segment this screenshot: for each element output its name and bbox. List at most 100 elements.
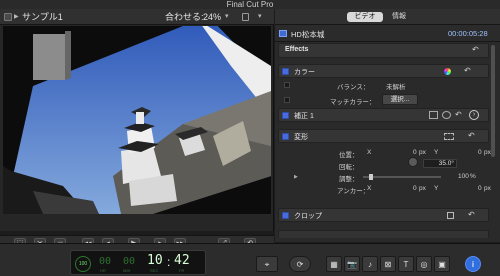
- reset-icon[interactable]: ↶: [468, 210, 475, 219]
- crop-section[interactable]: クロップ ↶: [278, 208, 489, 222]
- clip-name: サンプル1: [22, 12, 63, 22]
- titles-button[interactable]: T: [398, 256, 414, 272]
- clip-title: HD松本城: [291, 30, 325, 39]
- rotation-value-field[interactable]: 35.0°: [423, 159, 457, 168]
- mask-icon[interactable]: [429, 111, 438, 119]
- anchor-y-unit: px: [484, 185, 491, 192]
- reset-icon[interactable]: ↶: [464, 66, 471, 75]
- video-canvas: [3, 26, 271, 214]
- color-board-icon[interactable]: [443, 67, 452, 76]
- switch-icon[interactable]: [242, 13, 249, 21]
- position-x-value[interactable]: 0: [413, 149, 417, 156]
- scale-value[interactable]: 100: [458, 173, 469, 180]
- tab-video[interactable]: ビデオ: [347, 12, 383, 22]
- crop-title: クロップ: [294, 213, 322, 220]
- background-tasks-percent[interactable]: 100: [75, 256, 91, 272]
- media-browser-button[interactable]: ▦: [326, 256, 342, 272]
- crop-onscreen-icon[interactable]: [447, 212, 454, 219]
- photos-button[interactable]: 📷: [344, 256, 360, 272]
- transform-onscreen-icon[interactable]: [444, 133, 454, 140]
- correction-enable-checkbox[interactable]: [282, 112, 289, 119]
- effects-browser-button[interactable]: ⊠: [380, 256, 396, 272]
- clip-info-row: HD松本城 00:00:05:28: [275, 25, 500, 42]
- clip-duration: 00:00:05:28: [448, 29, 488, 38]
- position-y-value[interactable]: 0: [478, 149, 482, 156]
- viewer-panel: ▶ サンプル1 合わせる: 24% ▾ ▾: [0, 9, 274, 251]
- rotation-value: 35.0: [438, 160, 452, 167]
- anchor-label: アンカー：: [337, 188, 370, 195]
- tc-label-sec: SEC: [150, 268, 159, 273]
- castle-frame-image: [3, 26, 271, 214]
- color-section[interactable]: カラー ↶: [278, 64, 489, 78]
- themes-button[interactable]: ▣: [434, 256, 450, 272]
- rotation-label: 回転：: [339, 164, 359, 171]
- balance-label: バランス：: [337, 84, 370, 91]
- position-y-unit: px: [484, 149, 491, 156]
- anchor-x-unit: px: [419, 185, 426, 192]
- viewer-header: ▶ サンプル1 合わせる: 24% ▾ ▾: [0, 9, 274, 25]
- inspector-header: ビデオ 情報: [275, 9, 500, 25]
- anchor-y-label: Y: [434, 185, 439, 192]
- effects-title: Effects: [285, 46, 309, 53]
- clip-icon: [279, 30, 287, 37]
- shape-mask-icon[interactable]: [442, 111, 451, 119]
- scale-unit: %: [470, 173, 476, 180]
- music-button[interactable]: ♪: [362, 256, 378, 272]
- reset-icon[interactable]: ↶: [455, 110, 462, 119]
- inspector-scrollbar[interactable]: [491, 45, 495, 157]
- match-color-checkbox[interactable]: [284, 97, 290, 103]
- match-color-label: マッチカラー：: [330, 99, 376, 106]
- scale-slider-track[interactable]: [363, 176, 441, 178]
- timecode-minutes: 00: [123, 256, 136, 267]
- generators-button[interactable]: ◎: [416, 256, 432, 272]
- match-color-select-button[interactable]: 選択...: [382, 94, 418, 105]
- scale-slider-handle[interactable]: [369, 174, 373, 180]
- library-toggle-icon[interactable]: [4, 13, 12, 21]
- position-label: 位置：: [339, 152, 359, 159]
- timecode-seconds: 10: [147, 253, 163, 268]
- balance-checkbox[interactable]: [284, 82, 290, 88]
- main-toolbar: 100 00 00 10 : 42 HR MIN SEC FR ⌖ ⟳ ▦ 📷 …: [0, 243, 500, 276]
- anchor-x-value[interactable]: 0: [413, 185, 417, 192]
- anchor-x-label: X: [367, 185, 372, 192]
- tab-info[interactable]: 情報: [387, 12, 411, 22]
- disclosure-arrow-icon[interactable]: ▶: [14, 14, 19, 20]
- inspector-info-button[interactable]: i: [465, 256, 481, 272]
- reset-icon[interactable]: ↶: [472, 45, 479, 54]
- balance-value: 未解析: [386, 84, 406, 91]
- tc-label-fr: FR: [179, 268, 185, 273]
- scale-disclosure-icon[interactable]: ▶: [294, 174, 298, 180]
- color-enable-checkbox[interactable]: [282, 68, 289, 75]
- crop-enable-checkbox[interactable]: [282, 212, 289, 219]
- correction-section[interactable]: 補正 1 ↶ ›: [278, 108, 489, 122]
- retime-button[interactable]: ⟳: [289, 256, 311, 272]
- timecode-hours: 00: [99, 256, 112, 267]
- color-title: カラー: [294, 69, 315, 76]
- go-icon[interactable]: ›: [469, 110, 479, 120]
- transform-enable-checkbox[interactable]: [282, 133, 289, 140]
- scale-label: 調整：: [339, 176, 359, 183]
- app-title: Final Cut Pro: [226, 0, 274, 9]
- distort-section-partial: [278, 230, 489, 238]
- tc-label-min: MIN: [123, 268, 131, 273]
- tc-label-hr: HR: [100, 268, 106, 273]
- dashboard-timecode[interactable]: 100 00 00 10 : 42 HR MIN SEC FR: [70, 250, 206, 275]
- app-title-bar: Final Cut Pro: [0, 0, 500, 9]
- correction-title: 補正 1: [294, 113, 314, 120]
- fit-label: 合わせる:: [165, 12, 204, 22]
- anchor-y-value[interactable]: 0: [478, 185, 482, 192]
- position-x-label: X: [367, 149, 372, 156]
- transform-section[interactable]: 変形 ↶: [278, 129, 489, 143]
- effects-section[interactable]: Effects ↶: [278, 43, 489, 58]
- rotation-dial[interactable]: [408, 157, 418, 167]
- view-options-icon[interactable]: ▾: [258, 12, 262, 20]
- zoom-value[interactable]: 24%: [203, 9, 221, 25]
- transform-title: 変形: [294, 134, 308, 141]
- tool-select-button[interactable]: ⌖: [256, 256, 278, 272]
- reset-icon[interactable]: ↶: [468, 131, 475, 140]
- rotation-unit: °: [451, 160, 454, 167]
- position-y-label: Y: [434, 149, 439, 156]
- inspector-panel: ビデオ 情報 HD松本城 00:00:05:28 Effects ↶ カラー ↶…: [275, 9, 500, 242]
- zoom-dropdown-icon[interactable]: ▾: [225, 12, 229, 20]
- timecode-frames: 42: [174, 253, 190, 268]
